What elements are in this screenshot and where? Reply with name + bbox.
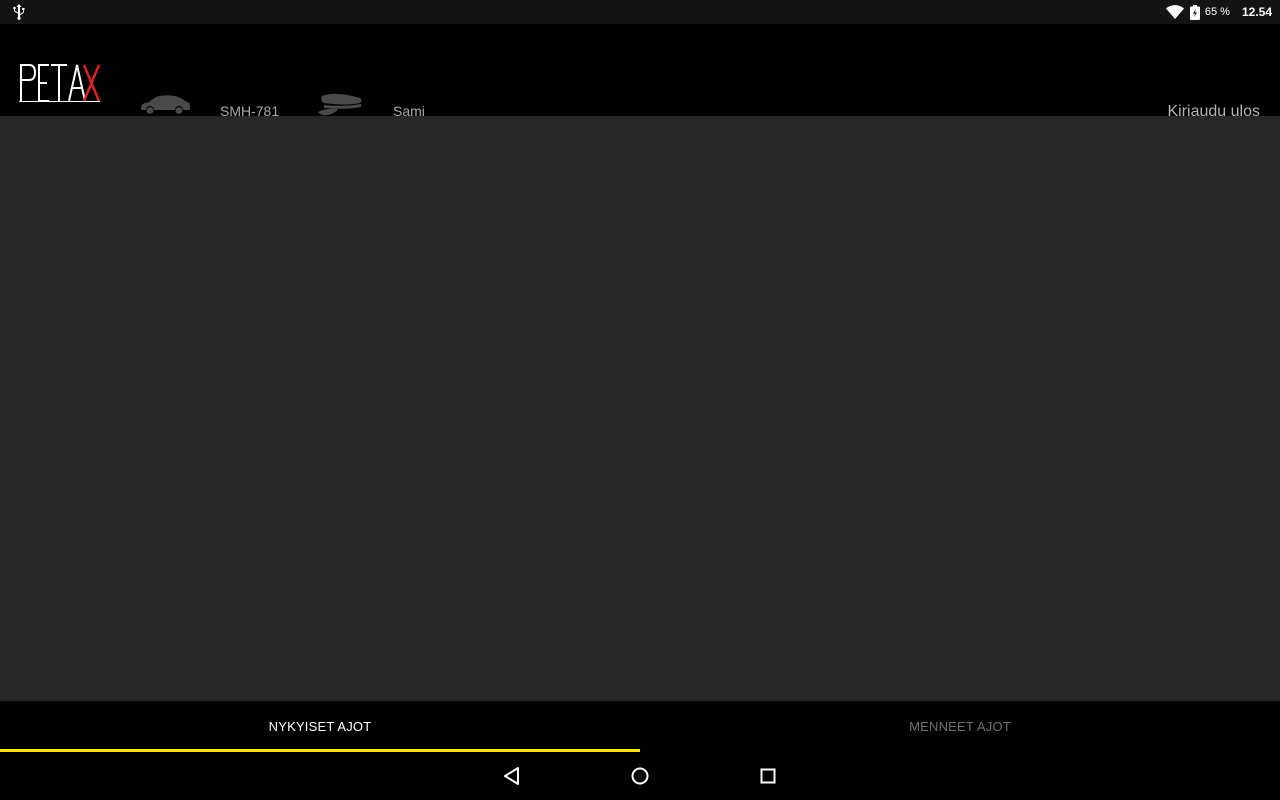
tab-past-rides-label: MENNEET AJOT: [909, 719, 1011, 734]
clock: 12.54: [1241, 5, 1272, 19]
battery-charging-icon: [1189, 4, 1200, 20]
recents-square-icon[interactable]: [756, 764, 780, 788]
screen: 65 % 12.54 SMH-781 Sami Kirjaudu ulos NY…: [0, 0, 1280, 800]
petax-logo: [19, 64, 101, 102]
back-triangle-icon[interactable]: [500, 764, 524, 788]
tab-current-rides[interactable]: NYKYISET AJOT: [0, 701, 640, 752]
tab-past-rides[interactable]: MENNEET AJOT: [640, 701, 1280, 752]
usb-icon: [13, 4, 25, 20]
wifi-icon: [1165, 5, 1184, 19]
driver-cap-icon: [318, 93, 362, 116]
status-bar: 65 % 12.54: [0, 0, 1280, 24]
navigation-bar: [0, 752, 1280, 800]
ride-tabs: NYKYISET AJOT MENNEET AJOT: [0, 701, 1280, 752]
status-right: 65 % 12.54: [1165, 0, 1272, 24]
rides-content-area: [0, 116, 1280, 701]
home-circle-icon[interactable]: [628, 764, 652, 788]
car-icon: [141, 95, 190, 114]
app-header: SMH-781 Sami Kirjaudu ulos: [0, 24, 1280, 120]
tab-current-rides-label: NYKYISET AJOT: [268, 719, 372, 734]
battery-percent: 65 %: [1204, 6, 1230, 18]
